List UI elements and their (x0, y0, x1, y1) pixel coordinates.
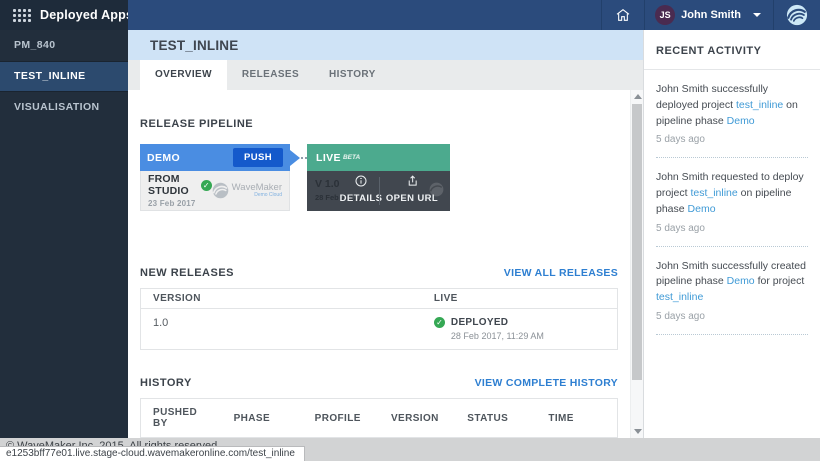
scroll-down-arrow-icon[interactable] (634, 429, 642, 434)
deployed-status: DEPLOYED (451, 317, 544, 328)
release-pipeline-heading: RELEASE PIPELINE (140, 118, 618, 130)
column-header-phase: PHASE (222, 399, 303, 438)
activity-item: John Smith requested to deploy project t… (656, 158, 808, 233)
pipeline-arrow (290, 150, 300, 166)
page-header-band: TEST_INLINE (128, 30, 643, 60)
live-phase-card: LIVEBETA V 1.0 28 Feb 2017, (307, 144, 450, 211)
release-live-cell: ✓ DEPLOYED 28 Feb 2017, 11:29 AM (422, 309, 618, 350)
activity-item: John Smith successfully created pipeline… (656, 247, 808, 322)
wavemaker-brand-text: WaveMaker (232, 183, 282, 193)
phase-link[interactable]: Demo (727, 275, 755, 287)
history-table: PUSHED BY PHASE PROFILE VERSION STATUS T… (140, 398, 618, 438)
column-header-version: VERSION (379, 399, 455, 438)
check-icon: ✓ (434, 317, 445, 328)
phase-link[interactable]: Demo (688, 203, 716, 215)
column-header-time: TIME (536, 399, 617, 438)
info-icon (355, 175, 367, 187)
user-name: John Smith (681, 9, 741, 21)
deployed-time: 28 Feb 2017, 11:29 AM (451, 331, 544, 341)
demo-date: 23 Feb 2017 (148, 199, 212, 208)
demo-card-body: FROM STUDIO ✓ 23 Feb 2017 WaveMaker (140, 171, 290, 211)
user-menu[interactable]: JS John Smith (645, 0, 773, 30)
project-link[interactable]: test_inline (736, 99, 783, 111)
activity-text: John Smith successfully created pipeline… (656, 259, 808, 306)
activity-text: John Smith successfully deployed project… (656, 82, 808, 129)
wavemaker-wave-icon (786, 4, 808, 26)
main-area: TEST_INLINE OVERVIEW RELEASES HISTORY RE… (128, 30, 643, 438)
live-card-body: V 1.0 28 Feb 2017, DETAILS (307, 171, 450, 211)
sidebar: PM_840 TEST_INLINE VISUALISATION (0, 30, 128, 438)
activity-timestamp: 5 days ago (656, 134, 808, 145)
history-header: HISTORY VIEW COMPLETE HISTORY (140, 377, 618, 389)
app-title: Deployed Apps (40, 8, 133, 22)
new-releases-table: VERSION LIVE 1.0 ✓ DEPLOYED 28 Feb 2017,… (140, 288, 618, 350)
recent-activity-panel: RECENT ACTIVITY John Smith successfully … (643, 30, 820, 438)
release-version-cell: 1.0 (141, 309, 422, 350)
project-link[interactable]: test_inline (690, 187, 737, 199)
release-pipeline: DEMO PUSH FROM STUDIO ✓ 23 Feb 2017 (140, 144, 618, 211)
column-header-profile: PROFILE (303, 399, 379, 438)
wavemaker-brand-subtext: Demo Cloud (232, 193, 282, 198)
wavemaker-wave-icon (212, 182, 229, 199)
check-icon: ✓ (201, 180, 212, 191)
demo-card-header: DEMO PUSH (140, 144, 290, 171)
beta-tag: BETA (343, 154, 360, 161)
tab-releases[interactable]: RELEASES (227, 60, 314, 90)
browser-status-url: e1253bff77e01.live.stage-cloud.wavemaker… (0, 446, 305, 461)
live-card-header: LIVEBETA (307, 144, 450, 171)
overview-content: RELEASE PIPELINE DEMO PUSH FROM STUDIO ✓… (128, 90, 630, 438)
demo-phase-name: DEMO (147, 152, 180, 164)
wavemaker-logo-button[interactable] (774, 0, 820, 30)
brand-area: Deployed Apps (0, 0, 128, 30)
activity-text: John Smith requested to deploy project t… (656, 170, 808, 217)
activity-timestamp: 5 days ago (656, 223, 808, 234)
home-icon (615, 7, 631, 23)
activity-timestamp: 5 days ago (656, 311, 808, 322)
wavemaker-watermark: WaveMaker Demo Cloud (212, 182, 282, 199)
column-header-version: VERSION (141, 289, 422, 309)
chevron-down-icon (753, 13, 761, 17)
avatar: JS (655, 5, 675, 25)
scroll-up-arrow-icon[interactable] (634, 94, 642, 99)
column-header-pushed-by: PUSHED BY (141, 399, 222, 438)
table-row: 1.0 ✓ DEPLOYED 28 Feb 2017, 11:29 AM (141, 309, 618, 350)
push-button[interactable]: PUSH (233, 148, 283, 167)
sidebar-item-pm-840[interactable]: PM_840 (0, 30, 128, 61)
sidebar-item-test-inline[interactable]: TEST_INLINE (0, 61, 128, 92)
live-phase-name: LIVE (316, 152, 341, 164)
top-bar-right: JS John Smith (128, 0, 820, 30)
tab-bar: OVERVIEW RELEASES HISTORY (128, 60, 643, 90)
demo-phase-card: DEMO PUSH FROM STUDIO ✓ 23 Feb 2017 (140, 144, 290, 211)
page-footer: © WaveMaker Inc. 2015. All rights reserv… (0, 438, 820, 461)
open-url-button[interactable]: OPEN URL (380, 174, 444, 204)
view-all-releases-link[interactable]: VIEW ALL RELEASES (504, 267, 618, 279)
history-heading: HISTORY (140, 377, 192, 389)
tab-history[interactable]: HISTORY (314, 60, 391, 90)
tab-overview[interactable]: OVERVIEW (140, 60, 227, 90)
phase-link[interactable]: Demo (727, 115, 755, 127)
page-title: TEST_INLINE (150, 38, 238, 53)
column-header-live: LIVE (422, 289, 618, 309)
home-button[interactable] (602, 0, 644, 30)
scrollbar-thumb[interactable] (632, 104, 642, 380)
apps-grid-icon[interactable] (13, 9, 31, 22)
recent-activity-heading: RECENT ACTIVITY (656, 45, 808, 57)
vertical-scrollbar[interactable] (630, 90, 643, 438)
activity-item: John Smith successfully deployed project… (656, 70, 808, 145)
sidebar-item-visualisation[interactable]: VISUALISATION (0, 92, 128, 123)
view-complete-history-link[interactable]: VIEW COMPLETE HISTORY (475, 377, 618, 389)
new-releases-heading: NEW RELEASES (140, 267, 234, 279)
new-releases-header: NEW RELEASES VIEW ALL RELEASES (140, 267, 618, 279)
top-bar: Deployed Apps JS John Smith (0, 0, 820, 30)
activity-divider (656, 334, 808, 335)
column-header-status: STATUS (455, 399, 536, 438)
project-link[interactable]: test_inline (656, 291, 703, 303)
open-external-icon (406, 175, 418, 187)
from-studio-label: FROM STUDIO (148, 173, 197, 197)
